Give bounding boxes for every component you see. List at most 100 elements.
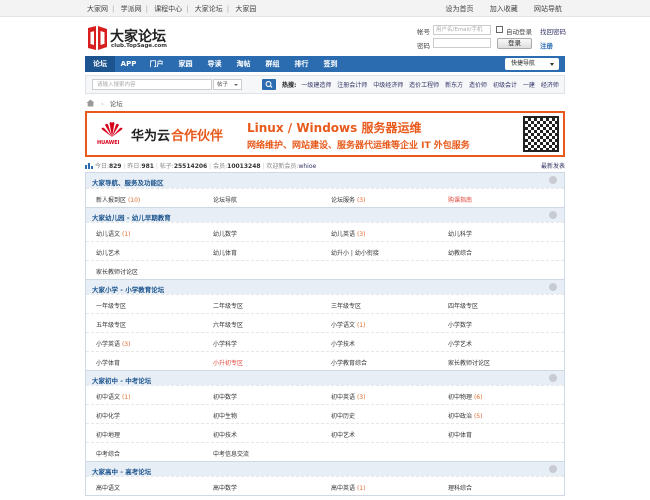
forum-link[interactable]: 小学技术 — [331, 339, 355, 348]
forum-link[interactable]: 高中语文 — [96, 483, 120, 492]
newest-member-link[interactable]: whioe — [298, 163, 316, 170]
category-title[interactable]: 大家高中 - 高考论坛 — [92, 466, 151, 476]
nav-home[interactable]: 家园 — [171, 56, 200, 72]
forgot-password-link[interactable]: 找回密码 — [540, 26, 566, 36]
forum-link[interactable]: 初中体育 — [448, 430, 472, 439]
forum-link[interactable]: 初中化学 — [96, 411, 120, 420]
hot-term[interactable]: 造价师 — [469, 82, 487, 89]
forum-link[interactable]: 小学科学 — [213, 339, 237, 348]
hot-term[interactable]: 一建 — [523, 82, 535, 89]
nav-groups[interactable]: 群组 — [258, 56, 287, 72]
account-input[interactable]: 用户名/Email/手机 — [433, 25, 491, 35]
forum-link[interactable]: 家长教师讨论区 — [96, 267, 138, 276]
auto-login-checkbox[interactable] — [496, 26, 503, 33]
forum-link[interactable]: 小学教育综合 — [331, 358, 367, 367]
ad-banner[interactable]: HUAWEI 华为云 合作伙伴 Linux / Windows 服务器运维 网络… — [85, 111, 565, 157]
category-header[interactable]: 大家导航、服务及功能区 — [86, 173, 564, 188]
forum-link[interactable]: 初中技术 — [213, 430, 237, 439]
category-header[interactable]: 大家小学 - 小学教育论坛 — [86, 279, 564, 294]
category-title[interactable]: 大家初中 - 中考论坛 — [92, 375, 151, 385]
nav-forum[interactable]: 论坛 — [85, 56, 115, 72]
nav-app[interactable]: APP — [115, 56, 142, 72]
top-link-kecheng[interactable]: 课程中心 — [154, 5, 182, 13]
register-link[interactable]: 注册 — [540, 40, 553, 50]
forum-link[interactable]: 四年级专区 — [448, 301, 478, 310]
forum-link[interactable]: 新人报到区 (10) — [96, 195, 140, 204]
forum-link[interactable]: 中考信息交流 — [213, 449, 249, 458]
forum-link[interactable]: 论坛导航 — [213, 195, 237, 204]
hot-term[interactable]: 初级会计 — [493, 82, 517, 89]
forum-link[interactable]: 小学艺术 — [448, 339, 472, 348]
hot-term[interactable]: 造价工程师 — [409, 82, 439, 89]
category-title[interactable]: 大家幼儿园 - 幼儿早期教育 — [92, 212, 171, 222]
forum-link[interactable]: 初中数学 — [213, 392, 237, 401]
forum-link[interactable]: 初中物理 (6) — [448, 392, 482, 401]
category-title[interactable]: 大家小学 - 小学教育论坛 — [92, 284, 164, 294]
forum-link[interactable]: 高中数学 — [213, 483, 237, 492]
top-link-dajiayuan[interactable]: 大家园 — [235, 5, 256, 13]
search-scope-select[interactable]: 帖子 — [213, 79, 242, 90]
breadcrumb-forum[interactable]: 论坛 — [110, 100, 123, 108]
home-icon[interactable] — [86, 99, 95, 107]
forum-link[interactable]: 小升初专区 — [213, 358, 243, 367]
search-input[interactable]: 请输入搜索内容 — [92, 79, 212, 90]
forum-link[interactable]: 初中地理 — [96, 430, 120, 439]
hot-term[interactable]: 注册会计师 — [337, 82, 367, 89]
search-button[interactable] — [262, 79, 276, 90]
nav-taotie[interactable]: 淘帖 — [229, 56, 258, 72]
forum-link[interactable]: 初中政治 (5) — [448, 411, 482, 420]
hot-term[interactable]: 经济师 — [541, 82, 559, 89]
quick-nav-dropdown[interactable]: 快捷导航 — [505, 58, 559, 70]
forum-link[interactable]: 幼儿英语 (3) — [331, 229, 365, 238]
forum-link[interactable]: 初中英语 (3) — [331, 392, 365, 401]
forum-link[interactable]: 中考综合 — [96, 449, 120, 458]
collapse-icon[interactable] — [549, 211, 557, 219]
add-favorite-link[interactable]: 加入收藏 — [490, 5, 518, 13]
hot-term[interactable]: 一级建造师 — [301, 82, 331, 89]
hot-term[interactable]: 中级经济师 — [373, 82, 403, 89]
forum-link[interactable]: 六年级专区 — [213, 320, 243, 329]
forum-link[interactable]: 理科综合 — [448, 483, 472, 492]
top-link-luntan[interactable]: 大家论坛 — [195, 5, 223, 13]
collapse-icon[interactable] — [549, 374, 557, 382]
forum-link[interactable]: 初中历史 — [331, 411, 355, 420]
forum-link[interactable]: 幼儿语文 (1) — [96, 229, 130, 238]
collapse-icon[interactable] — [549, 176, 557, 184]
forum-link[interactable]: 幼儿体育 — [213, 248, 237, 257]
forum-link[interactable]: 二年级专区 — [213, 301, 243, 310]
category-title[interactable]: 大家导航、服务及功能区 — [92, 177, 164, 187]
forum-link[interactable]: 幼升小 | 幼小衔接 — [331, 248, 379, 257]
category-header[interactable]: 大家高中 - 高考论坛 — [86, 461, 564, 476]
forum-link[interactable]: 小学体育 — [96, 358, 120, 367]
forum-link[interactable]: 小学语文 (1) — [331, 320, 365, 329]
forum-link[interactable]: 幼儿艺术 — [96, 248, 120, 257]
set-homepage-link[interactable]: 设为首页 — [446, 5, 474, 13]
forum-link[interactable]: 小学英语 (3) — [96, 339, 130, 348]
forum-link[interactable]: 幼教综合 — [448, 248, 472, 257]
password-input[interactable] — [433, 38, 491, 48]
nav-checkin[interactable]: 签到 — [316, 56, 345, 72]
collapse-icon[interactable] — [549, 465, 557, 473]
latest-posts-link[interactable]: 最新发表 — [541, 161, 565, 170]
collapse-icon[interactable] — [549, 283, 557, 291]
category-header[interactable]: 大家幼儿园 - 幼儿早期教育 — [86, 207, 564, 222]
forum-link[interactable]: 小学数学 — [448, 320, 472, 329]
forum-link[interactable]: 初中生物 — [213, 411, 237, 420]
forum-link[interactable]: 初中艺术 — [331, 430, 355, 439]
forum-link[interactable]: 高中英语 (1) — [331, 483, 365, 492]
forum-link[interactable]: 购课指南 — [448, 195, 472, 204]
nav-portal[interactable]: 门户 — [142, 56, 171, 72]
top-link-dajiawang[interactable]: 大家网 — [87, 5, 108, 13]
forum-link[interactable]: 初中语文 (1) — [96, 392, 130, 401]
forum-link[interactable]: 三年级专区 — [331, 301, 361, 310]
nav-ranking[interactable]: 排行 — [287, 56, 316, 72]
forum-link[interactable]: 家长教师讨论区 — [448, 358, 490, 367]
forum-link[interactable]: 论坛服务 (3) — [331, 195, 365, 204]
forum-link[interactable]: 幼儿数学 — [213, 229, 237, 238]
hot-term[interactable]: 新东方 — [445, 82, 463, 89]
forum-link[interactable]: 一年级专区 — [96, 301, 126, 310]
nav-guide[interactable]: 导读 — [200, 56, 229, 72]
category-header[interactable]: 大家初中 - 中考论坛 — [86, 370, 564, 385]
site-nav-link[interactable]: 网站导航 — [534, 5, 562, 13]
forum-link[interactable]: 五年级专区 — [96, 320, 126, 329]
